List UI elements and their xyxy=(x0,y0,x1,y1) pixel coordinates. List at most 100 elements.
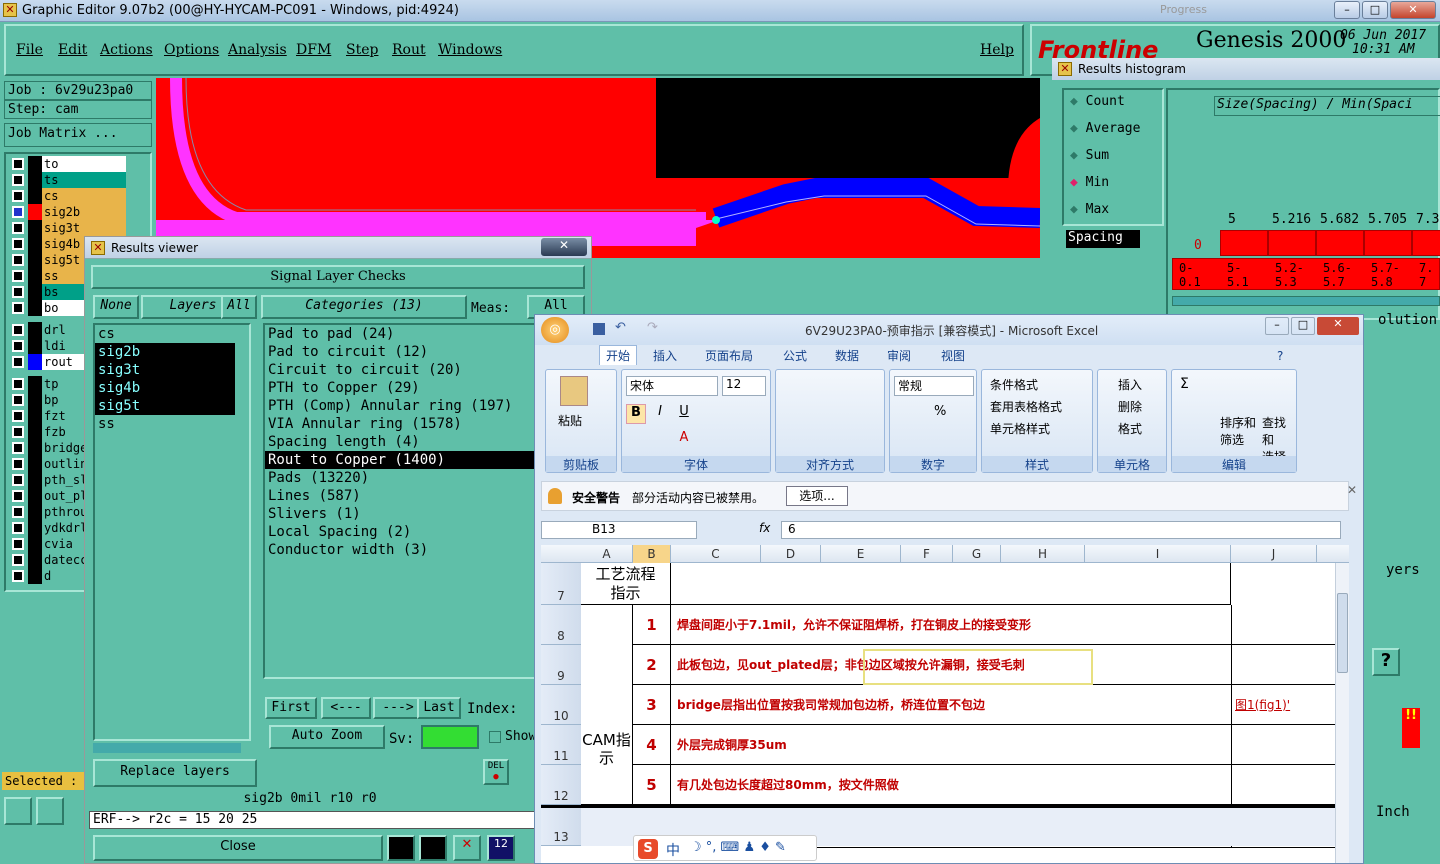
layer-color-swatch[interactable] xyxy=(28,392,42,408)
first-button[interactable]: First xyxy=(265,697,317,719)
close-button[interactable]: Close xyxy=(93,835,383,861)
ime-toolbar[interactable]: S 中 ☽ °, ⌨ ♟ ♦ ✎ xyxy=(633,835,817,861)
histogram-option-min[interactable]: ◆ Min xyxy=(1070,175,1109,190)
tool-icon-d[interactable]: 12 xyxy=(487,835,515,861)
ribbon-tab-6[interactable]: 视图 xyxy=(941,347,965,364)
instruction-text[interactable]: 焊盘间距小于7.1mil，允许不保证阻焊桥，打在铜皮上的接受变形 xyxy=(677,616,1031,633)
maximize-button[interactable]: □ xyxy=(1362,1,1388,19)
histogram-option-max[interactable]: ◆ Max xyxy=(1070,202,1109,217)
column-header[interactable]: A xyxy=(581,545,633,563)
scroll-thumb[interactable] xyxy=(1337,593,1348,673)
layer-checkbox[interactable] xyxy=(12,570,24,582)
close-viewer-icon[interactable]: ✕ xyxy=(541,238,587,256)
row-number-cell[interactable]: 1 xyxy=(633,605,671,645)
row-header[interactable]: 13 xyxy=(541,808,581,846)
layer-item-sig3t[interactable]: sig3t xyxy=(10,220,126,236)
layer-item-ts[interactable]: ts xyxy=(10,172,126,188)
bold-button[interactable]: B xyxy=(626,404,646,424)
layer-results-list[interactable]: cs sig2b sig3t sig4b sig5t ss xyxy=(93,323,251,741)
cell-style-button[interactable]: 单元格样式 xyxy=(990,420,1050,437)
ribbon-help-icon[interactable]: ? xyxy=(1277,349,1283,363)
radio-diamond-icon[interactable]: ◆ xyxy=(1070,94,1078,109)
histogram-bar[interactable] xyxy=(1364,230,1412,256)
layer-color-swatch[interactable] xyxy=(28,300,42,316)
formula-input[interactable]: 6 xyxy=(781,521,1341,539)
close-app-button[interactable]: ✕ xyxy=(1390,1,1436,19)
radio-diamond-icon[interactable]: ◆ xyxy=(1070,202,1078,217)
layer-color-swatch[interactable] xyxy=(28,456,42,472)
layer-checkbox[interactable] xyxy=(12,474,24,486)
layer-color-swatch[interactable] xyxy=(28,236,42,252)
result-layer-item[interactable]: cs xyxy=(95,325,249,343)
ribbon-tab-3[interactable]: 公式 xyxy=(783,347,807,364)
tool-icon-b[interactable] xyxy=(419,835,447,861)
layer-checkbox[interactable] xyxy=(12,324,24,336)
column-header[interactable]: F xyxy=(901,545,953,563)
vertical-scrollbar[interactable] xyxy=(1335,563,1349,863)
menu-analysis[interactable]: Analysis xyxy=(228,42,287,58)
tool-icon-c[interactable]: ✕ xyxy=(453,835,481,861)
layer-color-swatch[interactable] xyxy=(28,322,42,338)
font-size-select[interactable]: 12 xyxy=(722,376,766,396)
undo-icon[interactable]: ↶ xyxy=(615,320,626,335)
chart-hscroll[interactable] xyxy=(1172,296,1440,306)
delete-button[interactable]: 删除 xyxy=(1118,398,1142,415)
layer-color-swatch[interactable] xyxy=(28,408,42,424)
result-layer-item[interactable]: sig2b xyxy=(95,343,235,361)
column-header[interactable]: E xyxy=(821,545,901,563)
layer-color-swatch[interactable] xyxy=(28,220,42,236)
cam-label-cell[interactable]: CAM指示 xyxy=(581,605,633,805)
layer-list-hscroll[interactable] xyxy=(93,743,241,753)
histogram-bar[interactable] xyxy=(1268,230,1316,256)
layer-checkbox[interactable] xyxy=(12,506,24,518)
fx-icon[interactable]: fx xyxy=(759,521,770,535)
layer-checkbox[interactable] xyxy=(12,340,24,352)
excel-minimize[interactable]: – xyxy=(1265,317,1289,335)
menu-actions[interactable]: Actions xyxy=(100,42,153,58)
tool-icon-2[interactable] xyxy=(36,797,64,825)
none-button[interactable]: None xyxy=(93,295,139,319)
layer-item-to[interactable]: to xyxy=(10,156,126,172)
instruction-row[interactable]: 5 有几处包边长度超过80mm，按文件照做 xyxy=(633,765,1349,805)
show-checkbox[interactable] xyxy=(489,731,501,743)
instruction-text[interactable]: 有几处包边长度超过80mm，按文件照做 xyxy=(677,776,899,793)
layer-color-swatch[interactable] xyxy=(28,488,42,504)
auto-zoom-select[interactable]: Auto Zoom xyxy=(269,725,385,749)
menu-options[interactable]: Options xyxy=(164,42,219,58)
layer-checkbox[interactable] xyxy=(12,222,24,234)
format-button[interactable]: 格式 xyxy=(1118,420,1142,437)
row-header[interactable]: 11 xyxy=(541,725,581,765)
ribbon-tab-5[interactable]: 审阅 xyxy=(887,347,911,364)
instruction-text[interactable]: bridge层指出位置按我司常规加包边桥，桥连位置不包边 xyxy=(677,696,985,713)
histogram-bar[interactable] xyxy=(1316,230,1364,256)
histogram-option-count[interactable]: ◆ Count xyxy=(1070,94,1125,109)
layer-color-swatch[interactable] xyxy=(28,252,42,268)
result-layer-item[interactable]: sig4b xyxy=(95,379,235,397)
row-number-cell[interactable]: 4 xyxy=(633,725,671,765)
layer-checkbox[interactable] xyxy=(12,174,24,186)
save-icon[interactable] xyxy=(593,323,605,335)
histogram-option-average[interactable]: ◆ Average xyxy=(1070,121,1140,136)
menu-windows[interactable]: Windows xyxy=(438,42,502,58)
security-options-button[interactable]: 选项... xyxy=(786,486,848,506)
help-icon[interactable]: ? xyxy=(1372,648,1400,676)
font-color-icon[interactable]: A xyxy=(674,430,694,450)
column-header[interactable]: C xyxy=(671,545,761,563)
prev-button[interactable]: <--- xyxy=(321,697,371,719)
ribbon-tab-4[interactable]: 数据 xyxy=(835,347,859,364)
ribbon-tab-1[interactable]: 插入 xyxy=(653,347,677,364)
layer-checkbox[interactable] xyxy=(12,302,24,314)
italic-button[interactable]: I xyxy=(650,404,670,424)
ime-mode[interactable]: 中 xyxy=(666,840,680,860)
excel-restore[interactable]: □ xyxy=(1291,317,1315,335)
menu-file[interactable]: File xyxy=(16,42,43,58)
row-header[interactable]: 9 xyxy=(541,645,581,685)
layer-color-swatch[interactable] xyxy=(28,156,42,172)
autosum-icon[interactable]: Σ xyxy=(1180,376,1189,392)
figure-link[interactable]: 图1(fig1)' xyxy=(1235,696,1290,713)
insert-button[interactable]: 插入 xyxy=(1118,376,1142,393)
histogram-bar[interactable] xyxy=(1412,230,1440,256)
layer-checkbox[interactable] xyxy=(12,378,24,390)
process-label-cell[interactable]: 工艺流程指示 xyxy=(581,563,671,605)
layer-item-sig2b[interactable]: sig2b xyxy=(10,204,126,220)
